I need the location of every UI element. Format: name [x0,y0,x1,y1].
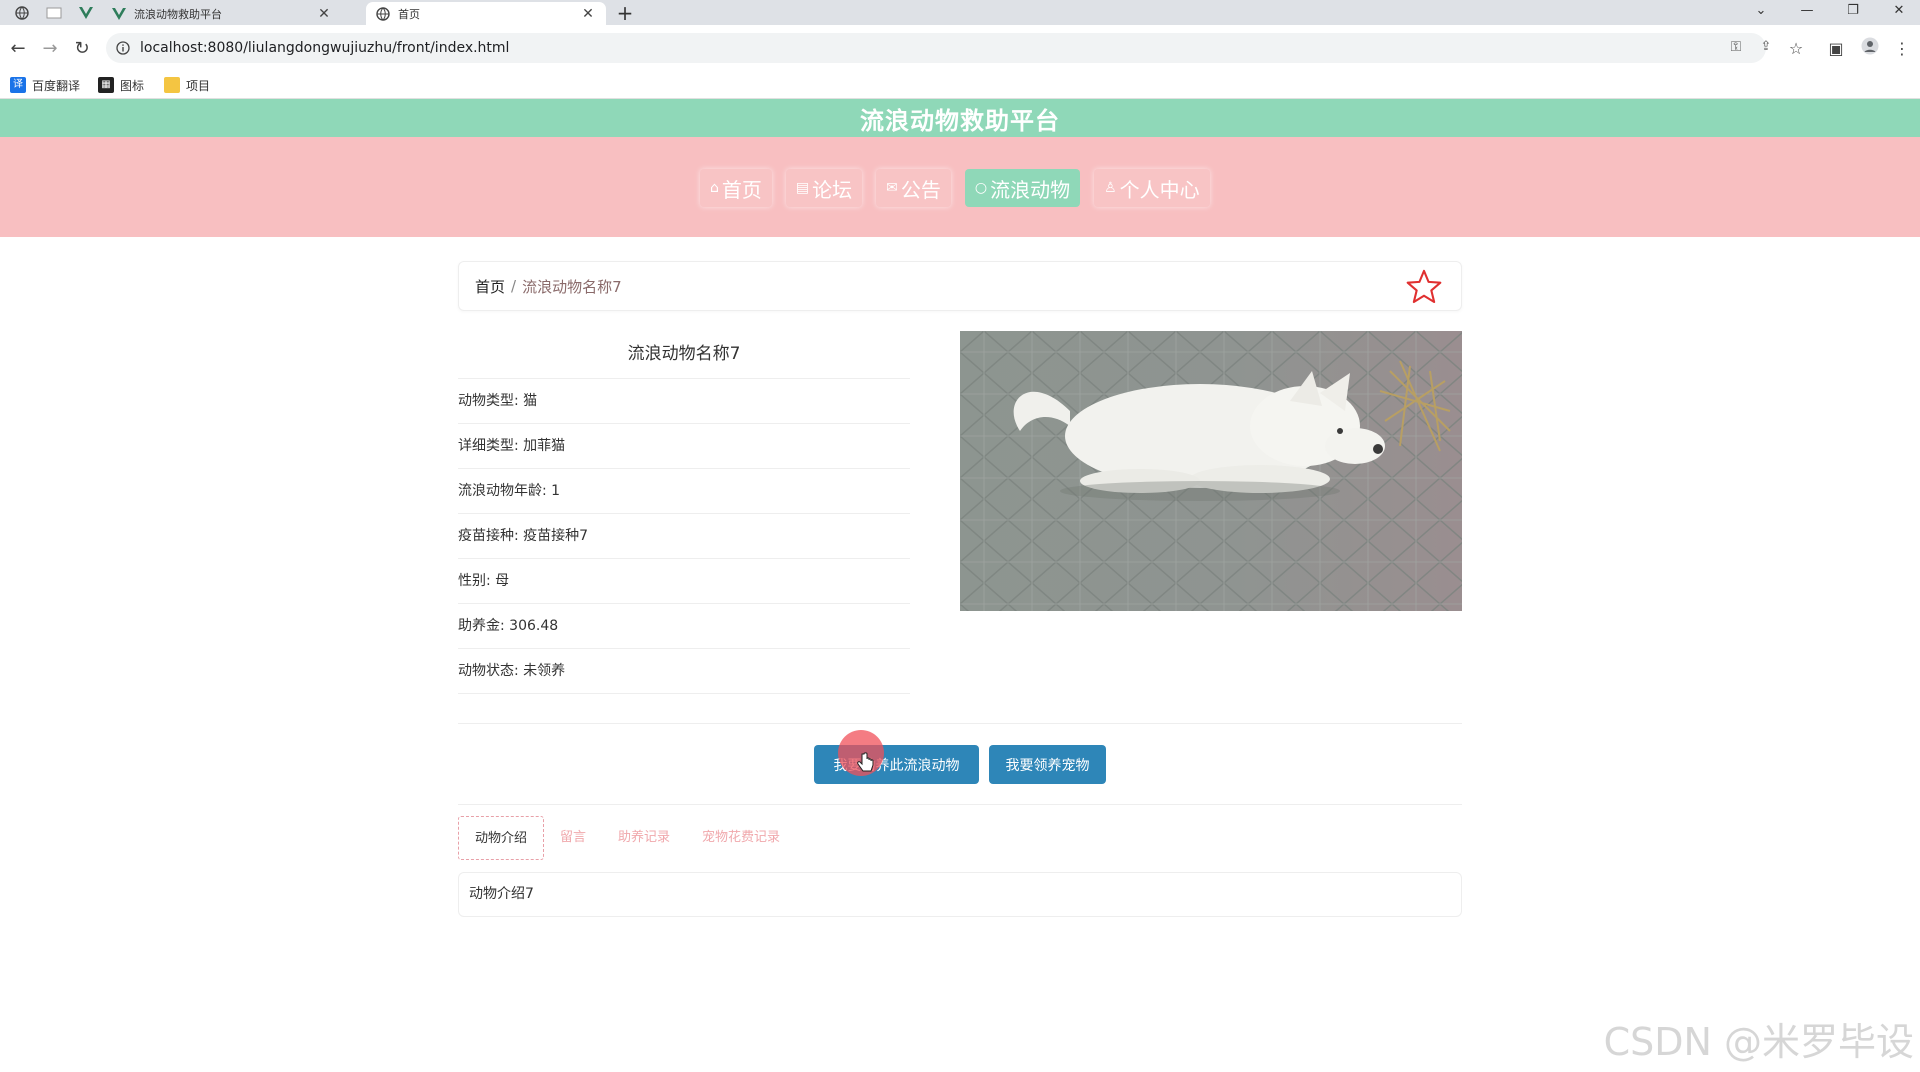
nav-item-home[interactable]: ⌂ 首页 [700,169,772,207]
breadcrumb: 首页 / 流浪动物名称7 [458,261,1462,311]
pinned-tab[interactable] [38,2,70,24]
close-icon[interactable]: ✕ [316,6,332,22]
nav-item-label: 首页 [721,177,762,202]
menu-icon[interactable]: ⋮ [1890,37,1914,61]
animal-name: 流浪动物名称7 [458,331,910,379]
circle-icon: ○ [974,180,988,196]
intro-content: 动物介绍7 [458,872,1462,917]
close-icon[interactable]: ✕ [580,6,596,22]
favorite-star-icon[interactable] [1405,268,1443,306]
watermark: CSDN @米罗毕设 [1603,1020,1914,1064]
bookmark-item[interactable]: ▦ 图标 [98,76,144,94]
pinned-tab[interactable] [70,2,102,24]
home-icon: ⌂ [710,180,719,196]
tab-expense-records[interactable]: 宠物花费记录 [686,816,796,860]
vue-icon [79,7,93,19]
bookmark-item[interactable]: 项目 [164,76,210,94]
bookmark-star-icon[interactable]: ☆ [1784,37,1808,61]
nav-item-label: 论坛 [812,177,853,202]
minimize-button[interactable]: — [1784,0,1830,22]
new-tab-button[interactable]: + [612,2,638,24]
nav-item-forum[interactable]: ▤ 论坛 [785,169,863,207]
nav-band: ⌂ 首页 ▤ 论坛 ✉ 公告 ○ 流浪动物 ♙ 个人中心 [0,137,1920,237]
info-icon [116,41,130,55]
tab-sponsor-records[interactable]: 助养记录 [602,816,686,860]
adopt-button[interactable]: 我要领养宠物 [989,745,1106,784]
nav-item-profile[interactable]: ♙ 个人中心 [1094,169,1210,207]
detail-row: 性别: 母 [458,559,910,604]
reload-button[interactable]: ↻ [70,37,94,61]
nav-item-stray-animals[interactable]: ○ 流浪动物 [964,169,1081,207]
animal-detail: 流浪动物名称7 动物类型: 猫 详细类型: 加菲猫 流浪动物年龄: 1 疫苗接种… [458,331,910,694]
detail-row: 详细类型: 加菲猫 [458,424,910,469]
user-icon: ♙ [1104,180,1117,196]
nav-item-label: 流浪动物 [990,177,1071,202]
bookmarks-bar: 译 百度翻译 ▦ 图标 项目 [0,71,1920,99]
tab-search-icon[interactable]: ⌄ [1738,0,1784,22]
browser-toolbar: ← → ↻ localhost:8080/liulangdongwujiuzhu… [0,25,1920,71]
key-icon[interactable]: ⚿ [1726,39,1746,55]
globe-icon [15,6,29,20]
translate-icon: 译 [10,77,26,93]
divider [458,804,1462,805]
back-button[interactable]: ← [6,37,30,61]
breadcrumb-current: 流浪动物名称7 [522,277,622,296]
breadcrumb-home[interactable]: 首页 [475,276,505,297]
mail-icon: ✉ [886,180,898,196]
content-tabs: 动物介绍 留言 助养记录 宠物花费记录 [458,816,796,860]
avatar [1861,37,1879,55]
detail-row: 动物类型: 猫 [458,379,910,424]
pinned-tab[interactable] [6,2,38,24]
folder-icon [164,77,180,93]
vue-icon [112,7,126,20]
forward-button[interactable]: → [38,37,62,61]
address-bar[interactable]: localhost:8080/liulangdongwujiuzhu/front… [106,33,1771,63]
nav-item-label: 公告 [900,177,941,202]
image-icon: ▦ [98,77,114,93]
tab-animal-intro[interactable]: 动物介绍 [458,816,545,860]
bookmark-label: 图标 [120,78,145,93]
restore-button[interactable]: ❐ [1830,0,1876,22]
detail-row: 流浪动物年龄: 1 [458,469,910,514]
site-title: 流浪动物救助平台 [860,106,1060,135]
detail-row: 助养金: 306.48 [458,604,910,649]
bookmark-label: 项目 [186,78,211,93]
bookmark-label: 百度翻译 [32,78,81,93]
site-header: 流浪动物救助平台 [0,99,1920,137]
url-text: localhost:8080/liulangdongwujiuzhu/front… [140,40,510,56]
intro-text: 动物介绍7 [469,886,534,902]
tab-title: 流浪动物救助平台 [134,7,222,21]
forum-icon: ▤ [795,180,810,196]
hand-cursor-icon [857,752,874,772]
breadcrumb-separator: / [511,277,517,295]
tab-home[interactable]: 首页 ✕ [366,2,606,25]
bookmark-item[interactable]: 译 百度翻译 [10,76,80,94]
nav-item-notice[interactable]: ✉ 公告 [876,169,951,207]
tab-title: 首页 [398,7,420,21]
blank-page-icon [46,7,62,19]
globe-icon [376,6,390,21]
detail-row: 疫苗接种: 疫苗接种7 [458,514,910,559]
detail-row: 动物状态: 未领养 [458,649,910,694]
dog-photo-illustration [960,331,1462,611]
nav-item-label: 个人中心 [1119,177,1200,202]
browser-tab-bar: 流浪动物救助平台 ✕ 首页 ✕ + ⌄ — ❐ ✕ [0,0,1920,25]
divider [458,723,1462,724]
profile-icon[interactable] [1858,37,1882,61]
share-icon[interactable]: ⇪ [1756,39,1776,54]
tab-platform[interactable]: 流浪动物救助平台 ✕ [102,2,342,25]
side-panel-icon[interactable]: ▣ [1824,37,1848,61]
close-window-button[interactable]: ✕ [1876,0,1920,22]
animal-photo [960,331,1462,611]
tab-messages[interactable]: 留言 [544,816,602,860]
main-nav: ⌂ 首页 ▤ 论坛 ✉ 公告 ○ 流浪动物 ♙ 个人中心 [700,169,1210,207]
